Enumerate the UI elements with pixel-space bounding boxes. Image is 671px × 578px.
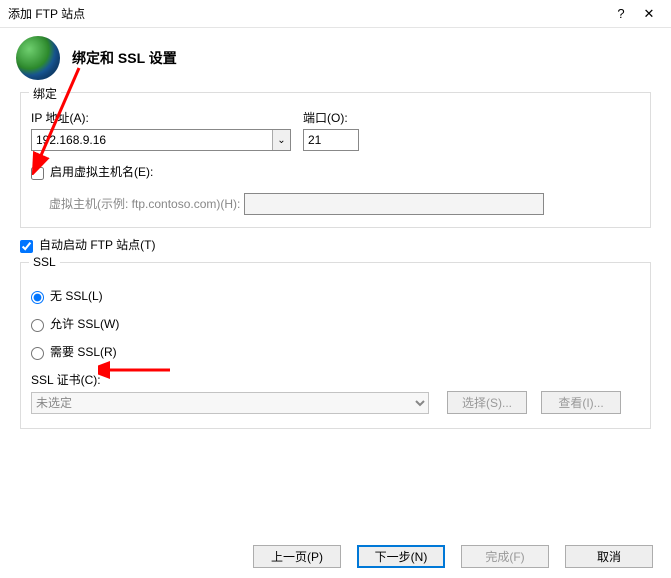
autostart-checkbox[interactable] — [20, 240, 33, 253]
cert-select[interactable]: 未选定 — [31, 392, 429, 414]
ssl-section-label: SSL — [29, 255, 60, 269]
ip-combo[interactable]: ⌄ — [31, 129, 291, 151]
cancel-button[interactable]: 取消 — [565, 545, 653, 568]
page-title: 绑定和 SSL 设置 — [72, 48, 177, 68]
require-ssl-label[interactable]: 需要 SSL(R) — [50, 343, 117, 360]
titlebar: 添加 FTP 站点 ? ✕ — [0, 0, 671, 28]
vhost-check-label[interactable]: 启用虚拟主机名(E): — [50, 163, 153, 180]
binding-section: 绑定 IP 地址(A): ⌄ 端口(O): 启用虚拟主机名(E): 虚拟主机(示… — [20, 92, 651, 228]
ip-label: IP 地址(A): — [31, 109, 291, 126]
binding-section-label: 绑定 — [29, 85, 61, 102]
dialog-header: 绑定和 SSL 设置 — [0, 28, 671, 92]
allow-ssl-label[interactable]: 允许 SSL(W) — [50, 315, 119, 332]
vhost-checkbox[interactable] — [31, 167, 44, 180]
autostart-label[interactable]: 自动启动 FTP 站点(T) — [39, 236, 155, 253]
window-title: 添加 FTP 站点 — [8, 5, 607, 22]
vhost-input — [244, 193, 544, 215]
next-button[interactable]: 下一步(N) — [357, 545, 445, 568]
prev-button[interactable]: 上一页(P) — [253, 545, 341, 568]
globe-icon — [16, 36, 60, 80]
close-button[interactable]: ✕ — [635, 6, 663, 22]
help-button[interactable]: ? — [607, 6, 635, 21]
finish-button: 完成(F) — [461, 545, 549, 568]
vhost-label: 虚拟主机(示例: ftp.contoso.com)(H): — [49, 197, 240, 211]
port-label: 端口(O): — [303, 109, 369, 126]
require-ssl-radio[interactable] — [31, 347, 44, 360]
dialog-footer: 上一页(P) 下一步(N) 完成(F) 取消 — [0, 545, 671, 568]
port-input[interactable] — [303, 129, 359, 151]
ssl-section: SSL 无 SSL(L) 允许 SSL(W) 需要 SSL(R) SSL 证书(… — [20, 262, 651, 429]
allow-ssl-radio[interactable] — [31, 319, 44, 332]
chevron-down-icon[interactable]: ⌄ — [272, 130, 290, 150]
cert-view-button: 查看(I)... — [541, 391, 621, 414]
no-ssl-label[interactable]: 无 SSL(L) — [50, 287, 103, 304]
ip-input[interactable] — [31, 129, 291, 151]
cert-label: SSL 证书(C): — [31, 373, 101, 387]
no-ssl-radio[interactable] — [31, 291, 44, 304]
cert-select-button: 选择(S)... — [447, 391, 527, 414]
